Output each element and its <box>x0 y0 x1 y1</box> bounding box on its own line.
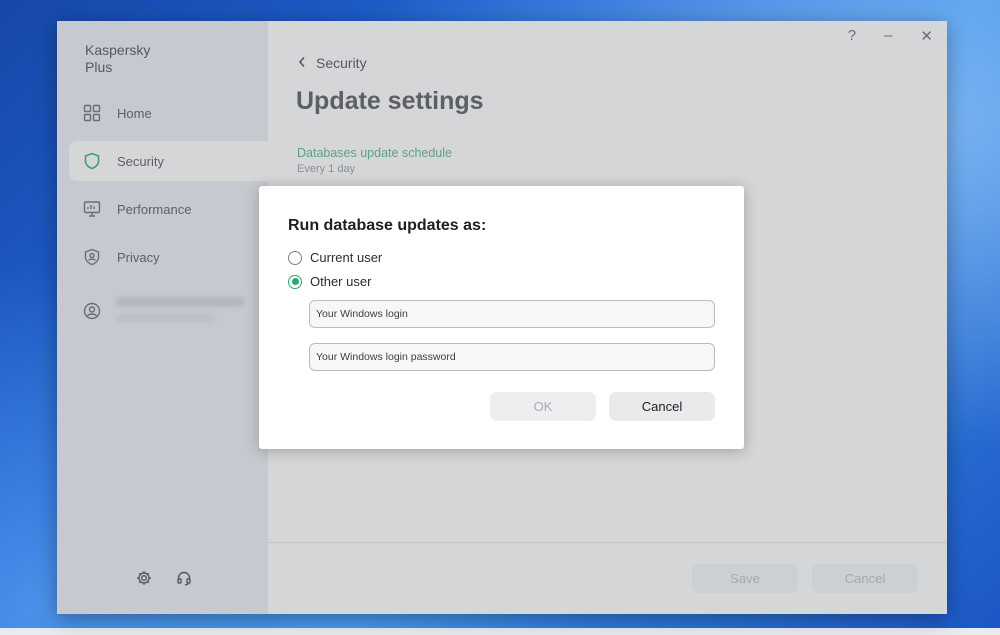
account-name-redacted <box>115 297 245 307</box>
footer-divider <box>268 542 947 543</box>
shield-icon <box>83 152 101 170</box>
password-input[interactable] <box>309 343 715 371</box>
radio-label: Other user <box>310 274 372 289</box>
sidebar-item-label: Privacy <box>117 249 160 265</box>
radio-button[interactable] <box>288 250 302 265</box>
sidebar-footer <box>135 569 193 587</box>
dialog-title: Run database updates as: <box>288 217 487 234</box>
sidebar-item-performance[interactable]: Performance <box>69 189 268 229</box>
brand-name: Kaspersky <box>85 42 151 58</box>
monitor-icon <box>83 200 101 218</box>
back-link-label: Security <box>316 55 367 71</box>
minimize-button[interactable]: – <box>884 27 892 45</box>
account-email-redacted <box>115 314 215 322</box>
chevron-left-icon <box>298 55 306 71</box>
cancel-button[interactable]: Cancel <box>812 564 918 593</box>
sidebar-item-privacy[interactable]: Privacy <box>69 237 268 277</box>
sidebar: Kaspersky Plus Home Security Performance… <box>57 21 289 614</box>
sidebar-item-label: Home <box>117 105 152 121</box>
home-grid-icon <box>83 104 101 122</box>
run-as-dialog: Run database updates as: Current user Ot… <box>259 186 744 449</box>
headset-icon[interactable] <box>175 569 193 587</box>
sidebar-item-label: Performance <box>117 201 192 217</box>
brand-edition: Plus <box>85 59 113 75</box>
help-button[interactable]: ? <box>848 27 856 45</box>
sidebar-item-home[interactable]: Home <box>69 93 268 133</box>
dialog-cancel-button[interactable]: Cancel <box>609 392 715 421</box>
gear-icon[interactable] <box>135 569 153 587</box>
schedule-value: Every 1 day <box>297 163 356 175</box>
schedule-link[interactable]: Databases update schedule <box>297 146 452 160</box>
radio-button[interactable] <box>288 274 302 289</box>
login-input[interactable] <box>309 300 715 328</box>
user-avatar-icon <box>83 302 101 320</box>
window-controls: ? – ✕ <box>848 27 933 45</box>
taskbar-edge <box>0 628 1000 635</box>
close-button[interactable]: ✕ <box>920 27 933 45</box>
privacy-shield-icon <box>83 248 101 266</box>
radio-other-user[interactable]: Other user <box>288 274 371 289</box>
radio-current-user[interactable]: Current user <box>288 250 382 265</box>
radio-label: Current user <box>310 250 383 265</box>
sidebar-item-security[interactable]: Security <box>69 141 289 181</box>
sidebar-item-label: Security <box>117 153 164 169</box>
page-title: Update settings <box>296 87 484 115</box>
save-button[interactable]: Save <box>692 564 798 593</box>
brand-logo: Kaspersky Plus <box>85 42 205 76</box>
back-link[interactable]: Security <box>298 55 367 71</box>
ok-button[interactable]: OK <box>490 392 596 421</box>
